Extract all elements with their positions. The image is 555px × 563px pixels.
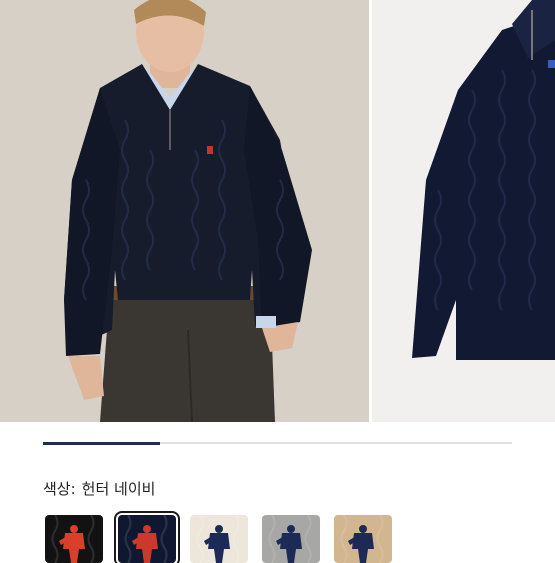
- product-image-gallery[interactable]: [0, 0, 555, 422]
- product-photo-flatlay[interactable]: [372, 0, 555, 422]
- color-swatch[interactable]: [45, 515, 103, 563]
- gallery-progress-fill: [43, 441, 160, 445]
- color-swatch[interactable]: [334, 515, 392, 563]
- color-swatch[interactable]: [190, 515, 248, 563]
- gallery-progress-track: [43, 441, 512, 445]
- product-photo-model[interactable]: [0, 0, 369, 422]
- selected-color-value: 헌터 네이비: [81, 480, 156, 498]
- color-swatch[interactable]: [262, 515, 320, 563]
- color-selection-label: 색상: 헌터 네이비: [43, 478, 155, 500]
- color-swatch[interactable]: [114, 511, 180, 563]
- color-label: 색상:: [43, 480, 76, 498]
